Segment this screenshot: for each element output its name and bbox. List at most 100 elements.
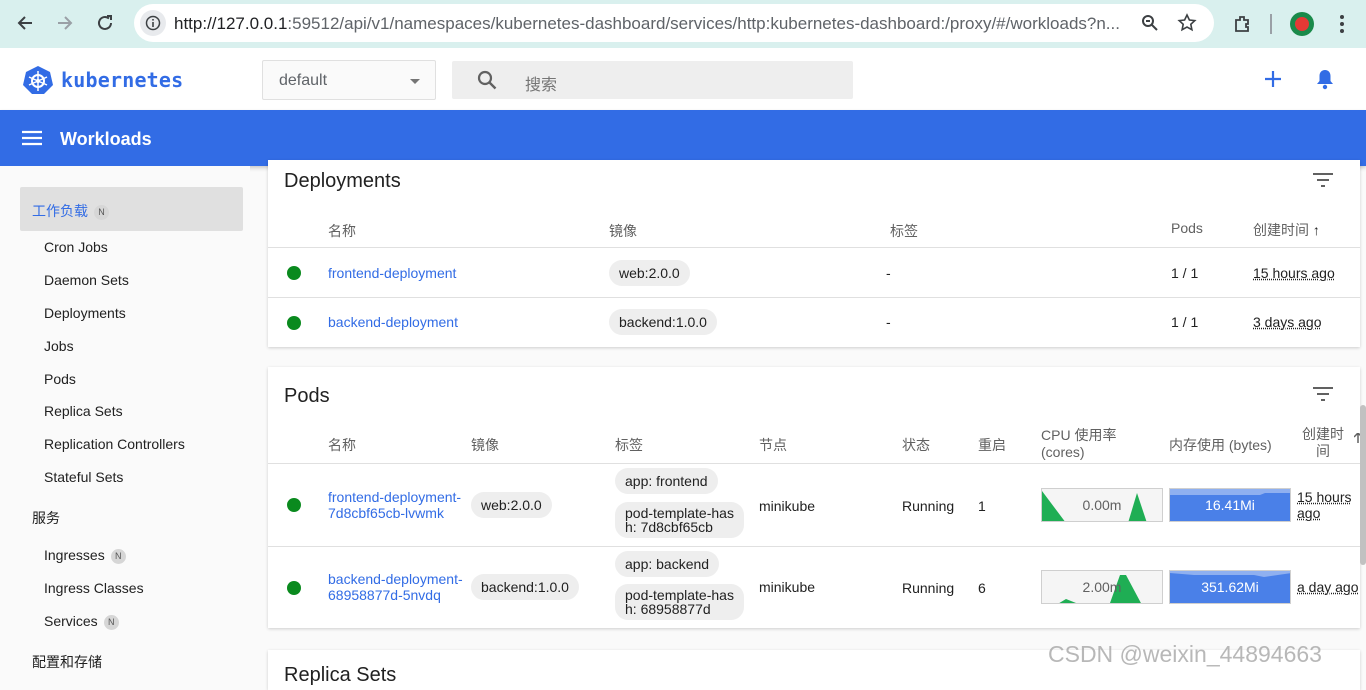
logo-text[interactable]: kubernetes [61, 68, 183, 92]
status-cell: Running [902, 580, 955, 596]
sidebar-item-stateful-sets[interactable]: Stateful Sets [44, 469, 123, 485]
profile-avatar[interactable] [1290, 12, 1314, 36]
sidebar-item-services[interactable]: Services N [44, 613, 119, 630]
scrollbar[interactable] [1360, 405, 1366, 565]
app-header: kubernetes default 搜索 [0, 48, 1366, 110]
column-header-status: 状态 [902, 437, 930, 453]
cpu-sparkline: 2.00m [1041, 570, 1163, 604]
page-title: Workloads [60, 129, 152, 149]
new-badge: N [110, 548, 126, 564]
image-chip: backend:1.0.0 [471, 574, 579, 600]
running-status-icon [287, 498, 301, 512]
column-header-created[interactable]: 创建时间 [1302, 426, 1344, 460]
reload-icon[interactable] [94, 12, 116, 34]
column-header-node: 节点 [759, 437, 787, 453]
label-chip: pod-template-has h: 7d8cbf65cb [615, 502, 744, 538]
search-placeholder: 搜索 [525, 77, 558, 94]
pods-card: Pods 名称 镜像 标签 节点 状态 重启 CPU 使用率 (cores) 内存… [268, 367, 1363, 628]
labels-cell: - [886, 265, 891, 281]
chevron-down-icon [410, 79, 420, 84]
image-chip: web:2.0.0 [609, 260, 690, 286]
running-status-icon [287, 316, 301, 330]
node-cell: minikube [759, 579, 816, 595]
chrome-menu-icon[interactable] [1336, 13, 1348, 40]
sidebar-group-workloads[interactable]: 工作负载 N [20, 187, 243, 231]
sort-arrow-icon[interactable]: ↑ [1313, 222, 1320, 238]
sidebar-item-ingress-classes[interactable]: Ingress Classes [44, 580, 144, 596]
extensions-icon[interactable] [1232, 13, 1254, 40]
label-chip: app: frontend [615, 468, 718, 494]
row-divider [268, 546, 1360, 547]
watermark: CSDN @weixin_44894663 [1048, 641, 1322, 667]
sidebar-item-replication-controllers[interactable]: Replication Controllers [44, 436, 185, 452]
sidebar-item-pods[interactable]: Pods [44, 371, 76, 387]
sidebar-item-deployments[interactable]: Deployments [44, 305, 126, 321]
new-badge: N [103, 614, 119, 630]
row-divider [268, 247, 1360, 248]
column-header-image: 镜像 [471, 437, 499, 453]
toolbar-divider [1270, 14, 1272, 34]
label-chip: pod-template-has h: 68958877d [615, 584, 744, 620]
sidebar-item-daemon-sets[interactable]: Daemon Sets [44, 272, 129, 288]
back-icon[interactable] [14, 12, 36, 34]
namespace-value: default [279, 72, 328, 89]
label-chip: app: backend [615, 551, 720, 577]
created-cell: 15 hours ago [1253, 265, 1335, 281]
cpu-value: 2.00m [1082, 579, 1122, 595]
column-header-restarts: 重启 [978, 437, 1006, 453]
deployment-name-link[interactable]: backend-deployment [328, 314, 458, 330]
sidebar-item-replica-sets[interactable]: Replica Sets [44, 403, 123, 419]
filter-icon[interactable] [1313, 173, 1333, 187]
pod-name-link[interactable]: backend-deployment- 68958877d-5nvdq [328, 571, 463, 603]
filter-icon[interactable] [1313, 387, 1333, 401]
running-status-icon [287, 581, 301, 595]
kubernetes-logo-icon[interactable] [23, 65, 53, 100]
labels-cell: - [886, 314, 891, 330]
address-bar[interactable]: http://127.0.0.1:59512/api/v1/namespaces… [134, 4, 1214, 42]
cpu-value: 0.00m [1082, 497, 1122, 513]
url-text: http://127.0.0.1:59512/api/v1/namespaces… [174, 14, 1120, 33]
column-header-labels: 标签 [890, 223, 918, 239]
created-cell: a day ago [1297, 579, 1359, 595]
sidebar-group-label: 工作负载 N [32, 201, 109, 221]
pod-name-link[interactable]: frontend-deployment- 7d8cbf65cb-lvwmk [328, 489, 461, 521]
node-cell: minikube [759, 498, 816, 514]
column-header-name[interactable]: 名称 [328, 435, 356, 455]
zoom-icon[interactable] [1141, 14, 1159, 37]
column-header-memory: 内存使用 (bytes) [1169, 437, 1272, 453]
site-info-icon[interactable] [140, 10, 166, 36]
cpu-sparkline: 0.00m [1041, 488, 1163, 522]
replica-sets-title: Replica Sets [284, 664, 397, 686]
namespace-select[interactable]: default [262, 60, 436, 100]
deployment-name-link[interactable]: frontend-deployment [328, 265, 456, 281]
bookmark-star-icon[interactable] [1177, 13, 1197, 38]
memory-value: 351.62Mi [1201, 579, 1259, 595]
sidebar-item-cron-jobs[interactable]: Cron Jobs [44, 239, 108, 255]
forward-icon[interactable] [54, 12, 76, 34]
page-toolbar: Workloads [0, 110, 1366, 166]
column-header-created[interactable]: 创建时间 ↑ [1253, 220, 1320, 240]
browser-toolbar: http://127.0.0.1:59512/api/v1/namespaces… [0, 0, 1366, 48]
sidebar-group-services[interactable]: 服务 [32, 508, 60, 528]
created-cell: 3 days ago [1253, 314, 1322, 330]
memory-sparkline: 351.62Mi [1169, 570, 1291, 604]
image-chip: backend:1.0.0 [609, 309, 717, 335]
pods-title: Pods [284, 385, 330, 407]
notifications-bell-icon[interactable] [1315, 68, 1335, 95]
column-header-image: 镜像 [609, 223, 637, 239]
sidebar-group-config-storage[interactable]: 配置和存储 [32, 652, 102, 672]
column-header-pods: Pods [1171, 220, 1203, 236]
search-icon [477, 70, 497, 95]
deployments-title: Deployments [284, 170, 401, 192]
hamburger-menu-icon[interactable] [22, 130, 42, 151]
column-header-cpu: CPU 使用率 (cores) [1041, 427, 1117, 460]
sidebar: 工作负载 N Cron Jobs Daemon Sets Deployments … [0, 166, 250, 678]
search-input[interactable]: 搜索 [452, 61, 853, 99]
sidebar-item-jobs[interactable]: Jobs [44, 338, 74, 354]
column-header-name[interactable]: 名称 [328, 221, 356, 241]
column-header-labels: 标签 [615, 437, 643, 453]
memory-value: 16.41Mi [1205, 497, 1255, 513]
row-divider [268, 297, 1360, 298]
sidebar-item-ingresses[interactable]: Ingresses N [44, 547, 126, 564]
create-plus-icon[interactable] [1263, 69, 1283, 94]
